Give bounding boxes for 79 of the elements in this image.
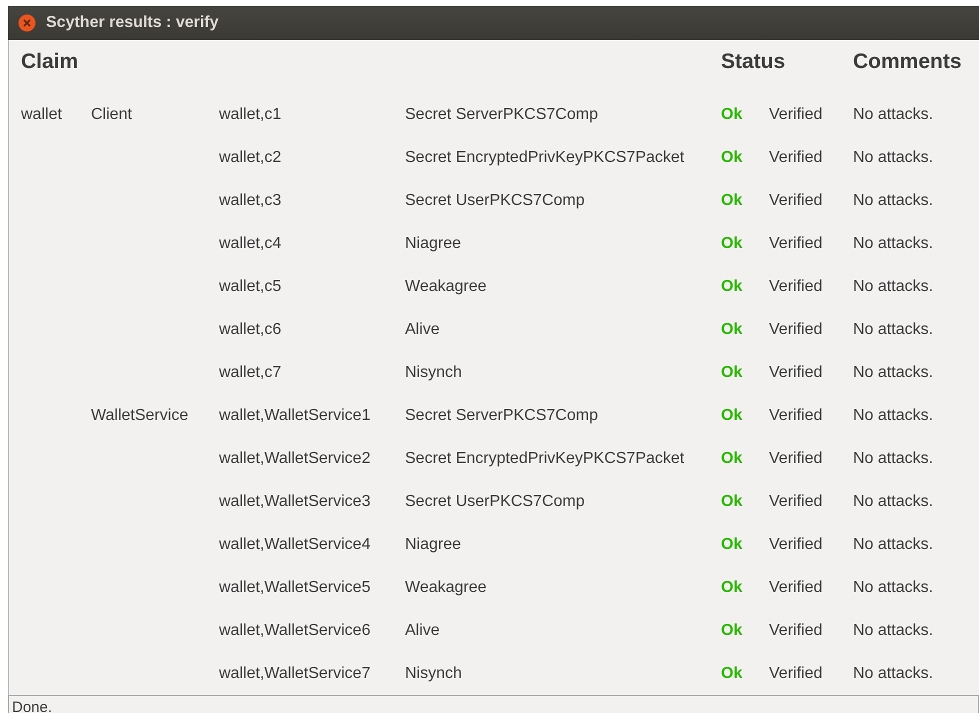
claim-id: wallet,c2 <box>219 148 282 166</box>
comment-text: No attacks. <box>853 234 934 252</box>
verdict-text: Verified <box>769 364 824 382</box>
claim-text: Secret ServerPKCS7Comp <box>405 406 599 424</box>
comment-text: No attacks. <box>853 536 934 554</box>
status-text: Ok <box>721 364 744 382</box>
claim-text: Secret ServerPKCS7Comp <box>405 106 599 124</box>
claim-id: wallet,WalletService5 <box>219 578 372 596</box>
comment-text: No attacks. <box>853 192 934 210</box>
status-text: Ok <box>721 536 744 554</box>
status-text: Ok <box>721 320 744 338</box>
comment-text: No attacks. <box>853 148 934 166</box>
claim-id: wallet,WalletService7 <box>219 664 372 682</box>
verdict-text: Verified <box>769 578 824 596</box>
claim-text: Nisynch <box>405 664 463 682</box>
claim-text: Niagree <box>405 536 462 554</box>
status-text: Ok <box>721 106 744 124</box>
status-text: Ok <box>721 664 744 682</box>
verdict-text: Verified <box>769 492 824 510</box>
verdict-text: Verified <box>769 278 824 296</box>
verdict-text: Verified <box>769 320 824 338</box>
protocol-name: wallet <box>21 106 63 124</box>
claim-text: Alive <box>405 622 441 640</box>
claim-id: wallet,c3 <box>219 192 282 210</box>
claim-text: Nisynch <box>405 364 463 382</box>
status-text: Ok <box>721 492 744 510</box>
verdict-text: Verified <box>769 406 824 424</box>
status-text: Ok <box>721 278 744 296</box>
claim-text: Secret UserPKCS7Comp <box>405 492 586 510</box>
status-text: Ok <box>721 406 744 424</box>
comment-text: No attacks. <box>853 320 934 338</box>
column-header: Status <box>721 50 786 75</box>
status-text: Ok <box>721 192 744 210</box>
claim-id: wallet,c5 <box>219 278 282 296</box>
comment-text: No attacks. <box>853 664 934 682</box>
claim-text: Weakagree <box>405 278 488 296</box>
verdict-text: Verified <box>769 536 824 554</box>
comment-text: No attacks. <box>853 492 934 510</box>
status-text: Ok <box>721 234 744 252</box>
verdict-text: Verified <box>769 664 824 682</box>
status-text: Ok <box>721 148 744 166</box>
window-title: Scyther results : verify <box>46 14 219 32</box>
comment-text: No attacks. <box>853 578 934 596</box>
claim-id: wallet,WalletService2 <box>219 450 372 468</box>
verdict-text: Verified <box>769 234 824 252</box>
claim-text: Weakagree <box>405 578 488 596</box>
verdict-text: Verified <box>769 148 824 166</box>
close-icon[interactable] <box>18 14 36 32</box>
claim-text: Secret UserPKCS7Comp <box>405 192 586 210</box>
column-header: Claim <box>21 50 80 75</box>
claim-text: Alive <box>405 320 441 338</box>
claim-id: wallet,WalletService4 <box>219 536 372 554</box>
claim-id: wallet,WalletService6 <box>219 622 372 640</box>
claim-text: Secret EncryptedPrivKeyPKCS7Packet <box>405 148 686 166</box>
claim-text: Niagree <box>405 234 462 252</box>
status-text: Ok <box>721 622 744 640</box>
claim-id: wallet,WalletService1 <box>219 406 372 424</box>
verdict-text: Verified <box>769 622 824 640</box>
claim-id: wallet,c4 <box>219 234 282 252</box>
verdict-text: Verified <box>769 192 824 210</box>
comment-text: No attacks. <box>853 106 934 124</box>
comment-text: No attacks. <box>853 622 934 640</box>
claim-id: wallet,c6 <box>219 320 282 338</box>
claim-id: wallet,c1 <box>219 106 282 124</box>
role-name: WalletService <box>91 406 190 424</box>
claim-id: wallet,WalletService3 <box>219 492 372 510</box>
verdict-text: Verified <box>769 106 824 124</box>
comment-text: No attacks. <box>853 364 934 382</box>
verdict-text: Verified <box>769 450 824 468</box>
status-bar: Done. <box>8 695 979 713</box>
role-name: Client <box>91 106 133 124</box>
comment-text: No attacks. <box>853 450 934 468</box>
claim-id: wallet,c7 <box>219 364 282 382</box>
column-header: Comments <box>853 50 963 75</box>
claim-text: Secret EncryptedPrivKeyPKCS7Packet <box>405 450 686 468</box>
status-text: Ok <box>721 578 744 596</box>
comment-text: No attacks. <box>853 278 934 296</box>
status-text: Ok <box>721 450 744 468</box>
comment-text: No attacks. <box>853 406 934 424</box>
